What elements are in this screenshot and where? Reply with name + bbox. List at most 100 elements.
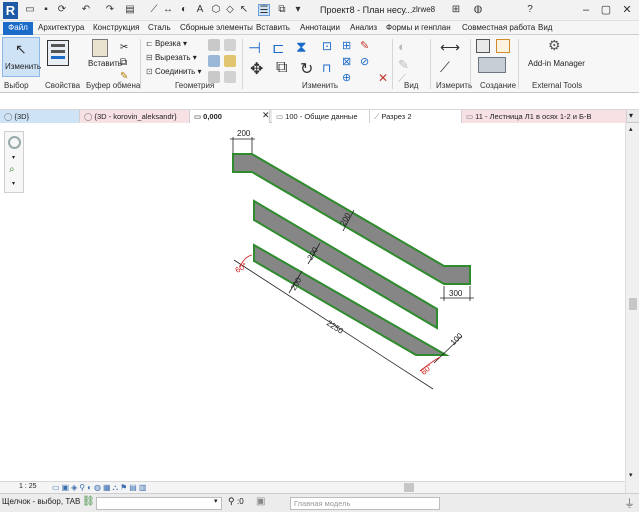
minimize-icon[interactable]: –	[578, 3, 594, 17]
rotate-icon[interactable]: ↻	[300, 59, 313, 79]
trim-icon[interactable]: ⊓	[322, 61, 331, 75]
text-icon[interactable]: A	[194, 4, 206, 16]
view-control-icons[interactable]: ▭▣◈⚲◐◍▦⛬⚑▤▥	[52, 483, 148, 493]
create-group-icon[interactable]	[478, 57, 506, 73]
move-icon[interactable]: ✥	[250, 59, 263, 79]
panel-select-label[interactable]: Выбор	[4, 81, 29, 90]
tab-insert[interactable]: Вставить	[256, 22, 290, 34]
tab-collaborate[interactable]: Совместная работа	[462, 22, 535, 34]
geometry-tool-icon[interactable]	[208, 55, 220, 67]
workset-field[interactable]	[96, 497, 222, 510]
dim-text-200-top[interactable]: 200	[237, 129, 251, 138]
mirror-axis-icon[interactable]: ⧗	[296, 39, 307, 56]
redo-icon[interactable]: ↷	[104, 4, 116, 16]
tab-view[interactable]: Вид	[538, 22, 552, 34]
view-tab[interactable]: ◯ {3D}	[0, 110, 80, 123]
aligned-dimension-icon[interactable]: ⟋	[440, 59, 450, 76]
dim-text-100[interactable]: 100	[449, 331, 465, 347]
scale-icon[interactable]: ⊠	[342, 55, 351, 68]
hide-icon[interactable]: ◐	[398, 39, 406, 54]
cart-icon[interactable]: ⊞	[450, 4, 462, 16]
array-icon[interactable]: ⊞	[342, 39, 351, 52]
align-icon[interactable]: ⊣	[248, 39, 261, 57]
maximize-icon[interactable]: ▢	[598, 3, 614, 17]
delete-icon[interactable]: ✕	[378, 71, 388, 85]
cope-button[interactable]: ⊏ Врезка ▾	[146, 39, 187, 48]
close-tab-icon[interactable]: ✕	[262, 110, 270, 121]
panel-view-label[interactable]: Вид	[404, 81, 418, 90]
print-icon[interactable]: ▤	[124, 4, 136, 16]
properties-button[interactable]	[47, 40, 69, 66]
design-options-icon[interactable]: ▣	[256, 496, 265, 507]
measure-distance-icon[interactable]: ⟷	[440, 39, 460, 56]
view-tab[interactable]: ◯ {3D - korovin_aleksandr}	[80, 110, 190, 123]
dim-text-300[interactable]: 300	[449, 289, 463, 298]
close-icon[interactable]: ✕	[619, 3, 635, 17]
scroll-thumb[interactable]	[629, 298, 637, 310]
revit-logo-icon[interactable]: R	[3, 2, 18, 19]
unpin-icon[interactable]: ⊘	[360, 55, 369, 68]
user-name[interactable]: zlrwe8	[412, 5, 435, 14]
view-tab[interactable]: ▭ 11 - Лестница Л1 в осях 1-2 и Б-В	[462, 110, 627, 123]
tab-analyze[interactable]: Анализ	[350, 22, 377, 34]
panel-measure-label[interactable]: Измерить	[436, 81, 472, 90]
view-tab[interactable]: ⟋ Разрез 2	[370, 110, 462, 123]
pin-icon[interactable]: ⊕	[342, 71, 351, 84]
tab-annotate[interactable]: Аннотации	[300, 22, 340, 34]
align-dim-icon[interactable]: ↔	[162, 4, 174, 16]
paste-icon[interactable]	[92, 39, 108, 57]
workset-dropdown-icon[interactable]: ▾	[214, 497, 218, 505]
angle-text-left[interactable]: 60°	[234, 261, 249, 275]
tab-precast[interactable]: Сборные элементы	[180, 22, 253, 34]
create-parts-icon[interactable]	[496, 39, 510, 53]
info-icon[interactable]: ◍	[472, 4, 484, 16]
view-scale[interactable]: 1 : 25	[19, 483, 37, 490]
paste-button-label[interactable]: Вставить	[88, 59, 122, 68]
help-icon[interactable]: ?	[524, 4, 536, 16]
tab-massing[interactable]: Формы и генплан	[386, 22, 451, 34]
tab-steel[interactable]: Сталь	[148, 22, 171, 34]
offset-icon[interactable]: ⊏	[272, 39, 285, 57]
switch-windows-icon[interactable]: ▾	[292, 4, 304, 16]
tab-architecture[interactable]: Архитектура	[38, 22, 84, 34]
dim-text-2250[interactable]: 2250	[325, 319, 345, 337]
geometry-tool-icon[interactable]	[224, 71, 236, 83]
geometry-tool-icon[interactable]	[224, 55, 236, 67]
scroll-down-icon[interactable]: ▾	[629, 471, 633, 479]
filter-icon[interactable]: ⚲	[228, 496, 235, 507]
modify-button[interactable]: ↖ Изменить	[2, 37, 41, 77]
open-icon[interactable]: ▭	[24, 4, 36, 16]
vertical-scrollbar[interactable]: ▴ ▾	[625, 123, 639, 493]
angle-text-right[interactable]: 60°	[419, 362, 434, 377]
addin-manager-button[interactable]: Add-in Manager	[528, 59, 585, 68]
3d-view-icon[interactable]: ⬡	[210, 4, 222, 16]
drawing-svg[interactable]: 200 200 200 200 300 2250 100 60° 60°	[0, 123, 625, 481]
tag-icon[interactable]: ◐	[178, 4, 190, 16]
tab-structure[interactable]: Конструкция	[93, 22, 139, 34]
panel-external-tools-label[interactable]: External Tools	[532, 81, 582, 90]
thin-lines-icon[interactable]: ☰	[258, 4, 270, 16]
steering-wheel-icon[interactable]	[8, 136, 21, 149]
copy-icon[interactable]: ⧉	[120, 57, 127, 68]
tab-menu-icon[interactable]: ▾	[629, 111, 633, 120]
sync-icon[interactable]: ⟳	[56, 4, 68, 16]
select-icon[interactable]: ↖	[238, 4, 250, 16]
save-icon[interactable]: ▪	[40, 4, 52, 16]
section-icon[interactable]: ◇	[224, 4, 236, 16]
override-icon[interactable]: ✎	[398, 57, 409, 73]
edit-icon[interactable]: ✎	[360, 39, 369, 52]
scroll-up-icon[interactable]: ▴	[629, 125, 633, 133]
zoom-dropdown-icon[interactable]: ▾	[12, 180, 15, 187]
close-hidden-icon[interactable]: ⧉	[276, 4, 288, 16]
hscroll-thumb[interactable]	[404, 483, 414, 492]
geometry-tool-icon[interactable]	[224, 39, 236, 51]
geometry-tool-icon[interactable]	[208, 39, 220, 51]
drawing-canvas[interactable]: 200 200 200 200 300 2250 100 60° 60°	[0, 123, 625, 481]
measure-icon[interactable]: ⟋	[148, 4, 160, 16]
undo-icon[interactable]: ↶	[80, 4, 92, 16]
design-option-field[interactable]: Главная модель	[290, 497, 440, 510]
view-tab-active[interactable]: ▭ 0,000	[190, 110, 270, 123]
tab-file[interactable]: Файл	[3, 22, 33, 35]
join-button[interactable]: ⊡ Соединить ▾	[146, 67, 202, 76]
worksets-icon[interactable]: ⛓	[82, 496, 95, 507]
